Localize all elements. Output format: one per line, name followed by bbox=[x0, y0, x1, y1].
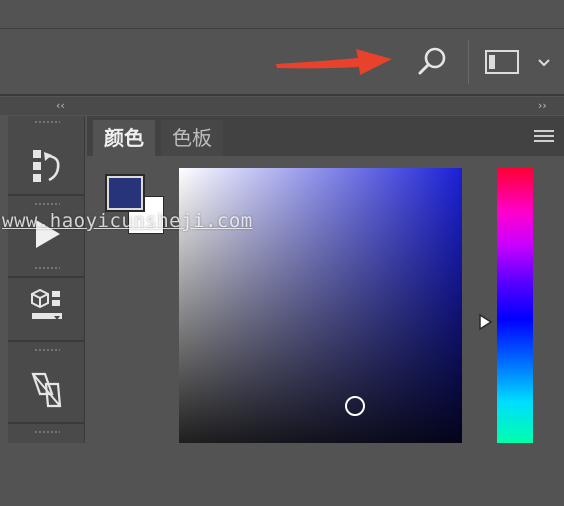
cube-3d-icon bbox=[31, 288, 62, 320]
foreground-color-swatch[interactable] bbox=[105, 174, 145, 212]
tab-swatches[interactable]: 色板 bbox=[161, 120, 223, 156]
workspace-dropdown[interactable] bbox=[536, 55, 552, 71]
drag-grip[interactable] bbox=[34, 266, 60, 271]
drag-grip[interactable] bbox=[34, 348, 60, 353]
drag-grip[interactable] bbox=[34, 202, 60, 207]
search-button[interactable] bbox=[414, 44, 450, 80]
panel-icon-strip bbox=[8, 116, 85, 443]
collapse-left-button[interactable]: ‹‹ bbox=[56, 99, 72, 113]
transform-panel-button[interactable] bbox=[8, 344, 84, 424]
workspace-layout-icon bbox=[485, 50, 519, 74]
panel-divider bbox=[0, 94, 564, 96]
drag-grip[interactable] bbox=[34, 430, 60, 435]
tool-separator bbox=[8, 422, 84, 424]
title-bar bbox=[0, 0, 564, 29]
workspace-button[interactable] bbox=[484, 48, 520, 76]
hue-slider-handle[interactable] bbox=[478, 313, 494, 331]
watermark: www.haoyicunsheji.com bbox=[2, 210, 253, 232]
search-icon bbox=[418, 47, 446, 75]
transform-icon bbox=[31, 372, 62, 408]
drag-grip[interactable] bbox=[34, 120, 60, 125]
color-picker-cursor[interactable] bbox=[345, 396, 365, 416]
history-panel-button[interactable] bbox=[8, 116, 84, 196]
collapse-right-button[interactable]: ›› bbox=[538, 99, 554, 113]
tab-color[interactable]: 颜色 bbox=[93, 120, 155, 156]
history-icon bbox=[33, 150, 60, 182]
tool-separator bbox=[8, 194, 84, 196]
tool-separator bbox=[8, 340, 84, 342]
options-divider bbox=[468, 40, 469, 84]
hue-slider[interactable] bbox=[497, 168, 533, 443]
dock-header bbox=[0, 97, 564, 115]
chevron-down-icon bbox=[538, 59, 550, 67]
red-pointer-arrow bbox=[276, 49, 392, 75]
panel-menu-icon[interactable] bbox=[534, 130, 554, 144]
more-panel-button[interactable] bbox=[8, 426, 84, 506]
3d-panel-button[interactable] bbox=[8, 262, 84, 342]
color-panel-tabs: 颜色 色板 bbox=[87, 116, 564, 156]
